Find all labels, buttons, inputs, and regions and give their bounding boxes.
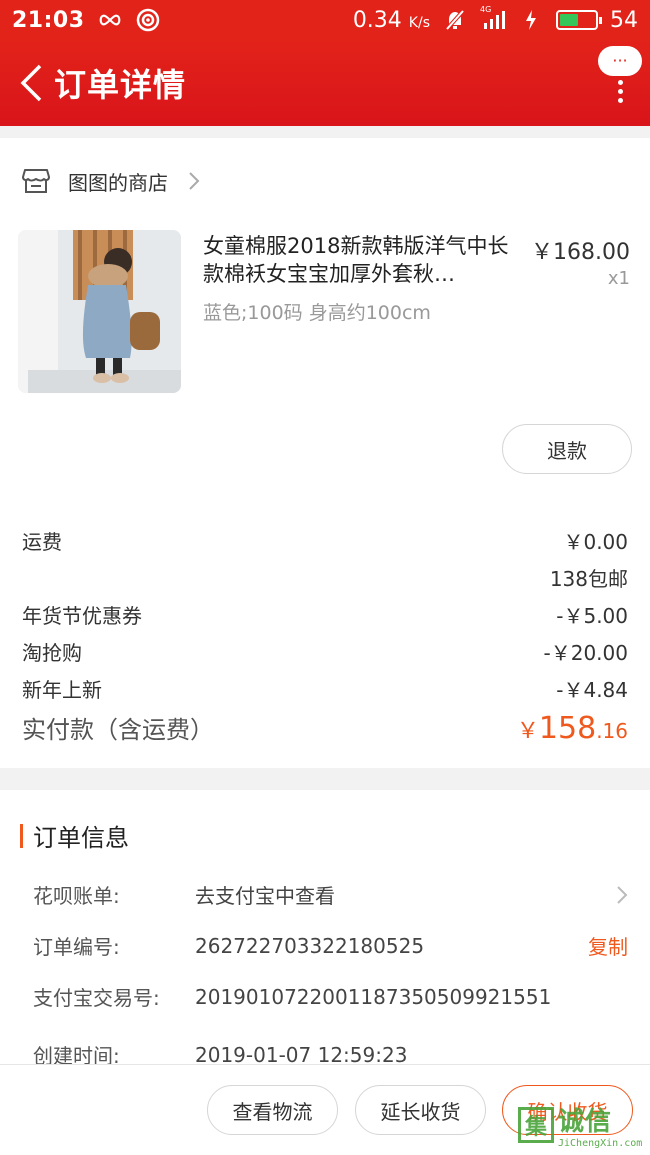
info-value: 去支付宝中查看 xyxy=(195,884,335,908)
signal-icon: 4G xyxy=(480,5,506,31)
product-spec: 蓝色;100码 身高约100cm xyxy=(203,302,431,324)
product-price: ￥168.00 xyxy=(531,240,630,265)
watermark-mark: 集 xyxy=(518,1107,554,1143)
info-row-order-number: 订单编号: 262722703322180525 复制 xyxy=(33,931,628,960)
info-row-huabei[interactable]: 花呗账单: 去支付宝中查看 xyxy=(33,880,628,909)
refund-button[interactable]: 退款 xyxy=(502,424,632,474)
info-label: 订单编号: xyxy=(33,935,120,959)
info-value: 2019010722001187350509921551 xyxy=(195,984,552,1009)
network-speed: 0.34 K/s xyxy=(352,7,430,33)
chevron-right-icon xyxy=(617,885,628,904)
status-time: 21:03 xyxy=(12,7,85,33)
more-dots-icon xyxy=(617,80,623,103)
info-label: 花呗账单: xyxy=(33,884,120,908)
mute-bell-icon xyxy=(442,9,468,31)
fee-label: 运费 xyxy=(22,530,62,554)
fee-value: -￥5.00 xyxy=(556,604,628,628)
page-title: 订单详情 xyxy=(54,66,187,104)
info-value: 262722703322180525 xyxy=(195,933,425,958)
watermark-en: JiChengXin.com xyxy=(558,1138,643,1149)
back-button[interactable] xyxy=(8,53,54,113)
more-button[interactable]: ··· xyxy=(598,46,642,104)
chat-bubble-icon: ··· xyxy=(598,46,642,76)
infinity-icon xyxy=(97,9,123,31)
fee-row-shipping-note: 138包邮 xyxy=(22,563,628,592)
battery-level: 54 xyxy=(610,7,638,33)
nav-bar: 订单详情 ··· xyxy=(0,40,650,126)
copy-button[interactable]: 复制 xyxy=(588,931,628,960)
store-icon xyxy=(22,169,50,193)
total-amount: ￥158.16 xyxy=(516,711,628,746)
fee-row-coupon: 年货节优惠券 -￥5.00 xyxy=(22,600,628,629)
fee-row-flash-sale: 淘抢购 -￥20.00 xyxy=(22,637,628,666)
total-label: 实付款（含运费） xyxy=(22,716,214,744)
info-row-alipay-txn: 支付宝交易号: 2019010722001187350509921551 xyxy=(33,982,628,1011)
section-title: 订单信息 xyxy=(33,824,129,852)
view-logistics-button[interactable]: 查看物流 xyxy=(207,1085,338,1135)
bottom-action-bar: 查看物流 延长收货 确认收货 集 诚信 JiChengXin.com xyxy=(0,1064,650,1155)
fee-value: -￥4.84 xyxy=(556,678,628,702)
status-bar: 21:03 0.34 K/s 4G 54 xyxy=(0,0,650,40)
info-label: 支付宝交易号: xyxy=(33,986,160,1010)
accent-bar xyxy=(20,823,23,848)
section-header: 订单信息 xyxy=(20,818,129,853)
chevron-right-icon xyxy=(189,172,200,190)
fee-value: ￥0.00 xyxy=(563,530,628,554)
fee-label: 淘抢购 xyxy=(22,641,82,665)
product-title[interactable]: 女童棉服2018新款韩版洋气中长款棉袄女宝宝加厚外套秋… xyxy=(203,232,519,288)
charging-icon xyxy=(518,9,544,31)
fee-row-new-year: 新年上新 -￥4.84 xyxy=(22,674,628,703)
watermark-cn: 诚信 xyxy=(558,1107,613,1137)
fee-label: 年货节优惠券 xyxy=(22,604,142,628)
fee-row-shipping: 运费 ￥0.00 xyxy=(22,526,628,555)
fee-label: 新年上新 xyxy=(22,678,102,702)
shop-name: 图图的商店 xyxy=(68,170,168,195)
info-value: 2019-01-07 12:59:23 xyxy=(195,1042,408,1067)
fee-value: 138包邮 xyxy=(549,567,628,591)
total-row: 实付款（含运费） ￥158.16 xyxy=(22,710,628,746)
hotspot-icon xyxy=(135,8,161,32)
extend-receipt-button[interactable]: 延长收货 xyxy=(355,1085,486,1135)
chevron-left-icon xyxy=(20,64,42,102)
order-info-card: 订单信息 花呗账单: 去支付宝中查看 订单编号: 262722703322180… xyxy=(0,790,650,1070)
watermark-logo: 集 诚信 JiChengXin.com xyxy=(518,1101,646,1149)
product-quantity: x1 xyxy=(607,268,630,289)
order-summary-card: 图图的商店 女童棉服2018新款韩版洋气中长款棉袄女宝宝加厚外套秋… 蓝色;10… xyxy=(0,138,650,768)
shop-link[interactable]: 图图的商店 xyxy=(22,166,200,196)
fee-value: -￥20.00 xyxy=(543,641,628,665)
battery-icon xyxy=(556,10,602,30)
product-image[interactable] xyxy=(18,230,181,393)
